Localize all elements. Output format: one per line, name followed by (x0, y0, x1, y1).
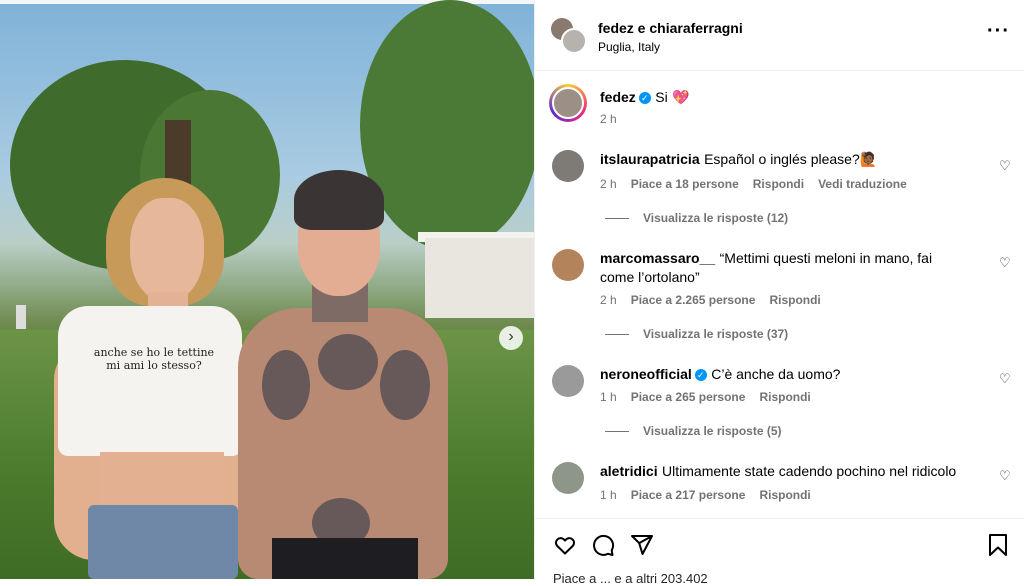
comment-username[interactable]: aletridici (600, 463, 658, 479)
garden-post (16, 305, 26, 329)
comment-text: Español o inglés please?🙋🏾 (704, 151, 878, 167)
comment-likes[interactable]: Piace a 265 persone (631, 390, 746, 404)
post-photo: anche se ho le tettine mi ami lo stesso?… (0, 0, 534, 579)
comment-text: C’è anche da uomo? (711, 366, 841, 382)
olive-tree-right (360, 0, 534, 250)
comment-avatar[interactable] (552, 365, 584, 397)
comment-time: 2 h (600, 293, 617, 307)
comment-avatar[interactable] (552, 150, 584, 182)
replies-dash (605, 431, 629, 432)
verified-badge-icon: ✓ (638, 92, 651, 104)
avatar (552, 87, 584, 119)
comment-like-icon[interactable]: ♡ (999, 371, 1011, 387)
woman-tshirt (58, 306, 242, 456)
comment-like-icon[interactable]: ♡ (999, 158, 1011, 174)
paper-plane-icon[interactable] (630, 533, 654, 562)
replies-dash (605, 218, 629, 219)
post-location[interactable]: Puglia, Italy (598, 40, 660, 54)
view-replies-button[interactable]: Visualizza le risposte (12) (605, 211, 788, 225)
view-replies-label: Visualizza le risposte (12) (643, 211, 789, 225)
comment-avatar[interactable] (552, 462, 584, 494)
comment-time: 2 h (600, 177, 617, 191)
more-options-icon[interactable]: ··· (987, 21, 1010, 41)
comment-username[interactable]: marcomassaro__ (600, 250, 715, 266)
reply-button[interactable]: Rispondi (753, 177, 804, 191)
avatar-chiaraferragni[interactable] (561, 28, 587, 54)
man-pants (272, 538, 418, 579)
heart-outline-icon[interactable] (553, 533, 577, 562)
comment-time: 1 h (600, 390, 617, 404)
reply-button[interactable]: Rispondi (759, 390, 810, 404)
comment-likes[interactable]: Piace a 217 persone (631, 488, 746, 502)
view-replies-button[interactable]: Visualizza le risposte (5) (605, 424, 782, 438)
replies-dash (605, 334, 629, 335)
comment-like-icon[interactable]: ♡ (999, 255, 1011, 271)
view-replies-label: Visualizza le risposte (37) (643, 327, 789, 341)
comment-avatar[interactable] (552, 249, 584, 281)
reply-button[interactable]: Rispondi (769, 293, 820, 307)
tattoo-chest (318, 334, 378, 390)
comment-username[interactable]: neroneofficial (600, 366, 692, 382)
bookmark-icon[interactable] (987, 533, 1009, 562)
verified-badge-icon: ✓ (694, 369, 707, 381)
speech-bubble-icon[interactable] (591, 533, 615, 562)
comment-likes[interactable]: Piace a 18 persone (631, 177, 739, 191)
tattoo-arm (262, 350, 310, 420)
house (425, 238, 534, 318)
reply-button[interactable]: Rispondi (759, 488, 810, 502)
post-sidebar: fedez e chiaraferragni Puglia, Italy ···… (534, 0, 1024, 586)
man-hair (294, 170, 384, 230)
post-actions: Piace a ... e a altri 203.402 (535, 518, 1024, 586)
translate-button[interactable]: Vedi traduzione (818, 177, 907, 191)
comment-like-icon[interactable]: ♡ (999, 468, 1011, 484)
view-replies-label: Visualizza le risposte (5) (643, 424, 782, 438)
view-replies-button[interactable]: Visualizza le risposte (37) (605, 327, 788, 341)
comment-text: Ultimamente state cadendo pochino nel ri… (662, 463, 957, 479)
woman-jeans (88, 505, 238, 579)
caption-avatar[interactable] (549, 84, 587, 122)
post-header: fedez e chiaraferragni Puglia, Italy ··· (535, 0, 1024, 71)
tshirt-print-line1: anche se ho le tettine (93, 346, 215, 359)
next-photo-button[interactable]: › (499, 326, 523, 350)
comment-likes[interactable]: Piace a 2.265 persone (631, 293, 756, 307)
chevron-right-icon: › (508, 328, 514, 345)
caption-time: 2 h (600, 112, 617, 126)
tshirt-print-line2: mi ami lo stesso? (106, 359, 202, 372)
caption-username[interactable]: fedez (600, 89, 636, 105)
comment-time: 1 h (600, 488, 617, 502)
caption-text: Si (655, 89, 668, 105)
tshirt-print: anche se ho le tettine mi ami lo stesso? (74, 346, 234, 372)
heart-emoji: 💖 (672, 89, 690, 105)
post-accounts[interactable]: fedez e chiaraferragni (598, 20, 743, 36)
tattoo-arm-right (380, 350, 430, 420)
woman-face (130, 198, 204, 302)
comment-username[interactable]: itslaurapatricia (600, 151, 700, 167)
